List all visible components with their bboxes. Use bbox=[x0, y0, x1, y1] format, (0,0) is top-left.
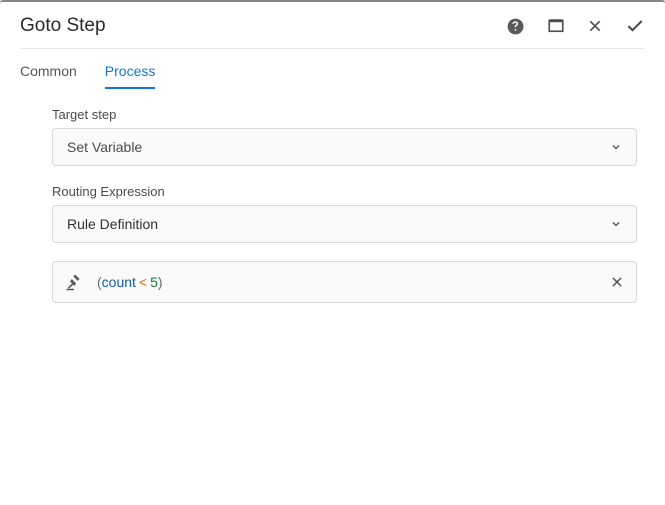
routing-expression-label: Routing Expression bbox=[52, 184, 637, 199]
dialog-header: Goto Step bbox=[0, 2, 665, 48]
dialog-title: Goto Step bbox=[20, 15, 106, 37]
tab-common[interactable]: Common bbox=[20, 63, 77, 89]
target-step-value: Set Variable bbox=[67, 139, 142, 155]
close-icon[interactable] bbox=[587, 18, 603, 34]
routing-expression-value: Rule Definition bbox=[67, 216, 158, 232]
tab-process[interactable]: Process bbox=[105, 63, 156, 89]
header-actions bbox=[506, 16, 645, 36]
dialog-content: Target step Set Variable Routing Express… bbox=[0, 89, 665, 303]
rule-variable: count bbox=[102, 274, 136, 290]
rule-number: 5 bbox=[150, 274, 158, 290]
fullscreen-icon[interactable] bbox=[547, 17, 565, 35]
target-step-select[interactable]: Set Variable bbox=[52, 128, 637, 166]
help-icon[interactable] bbox=[506, 17, 525, 36]
chevron-down-icon bbox=[610, 141, 622, 153]
rule-definition-row[interactable]: (count<5) bbox=[52, 261, 637, 303]
rule-operator: < bbox=[136, 274, 150, 290]
chevron-down-icon bbox=[610, 218, 622, 230]
routing-expression-select[interactable]: Rule Definition bbox=[52, 205, 637, 243]
tabs: Common Process bbox=[0, 49, 665, 89]
remove-rule-icon[interactable] bbox=[610, 275, 624, 289]
gavel-icon bbox=[65, 273, 83, 291]
confirm-icon[interactable] bbox=[625, 16, 645, 36]
target-step-label: Target step bbox=[52, 107, 637, 122]
goto-step-dialog: Goto Step Common Process Target step Set… bbox=[0, 0, 665, 505]
rule-expression: (count<5) bbox=[97, 274, 610, 290]
